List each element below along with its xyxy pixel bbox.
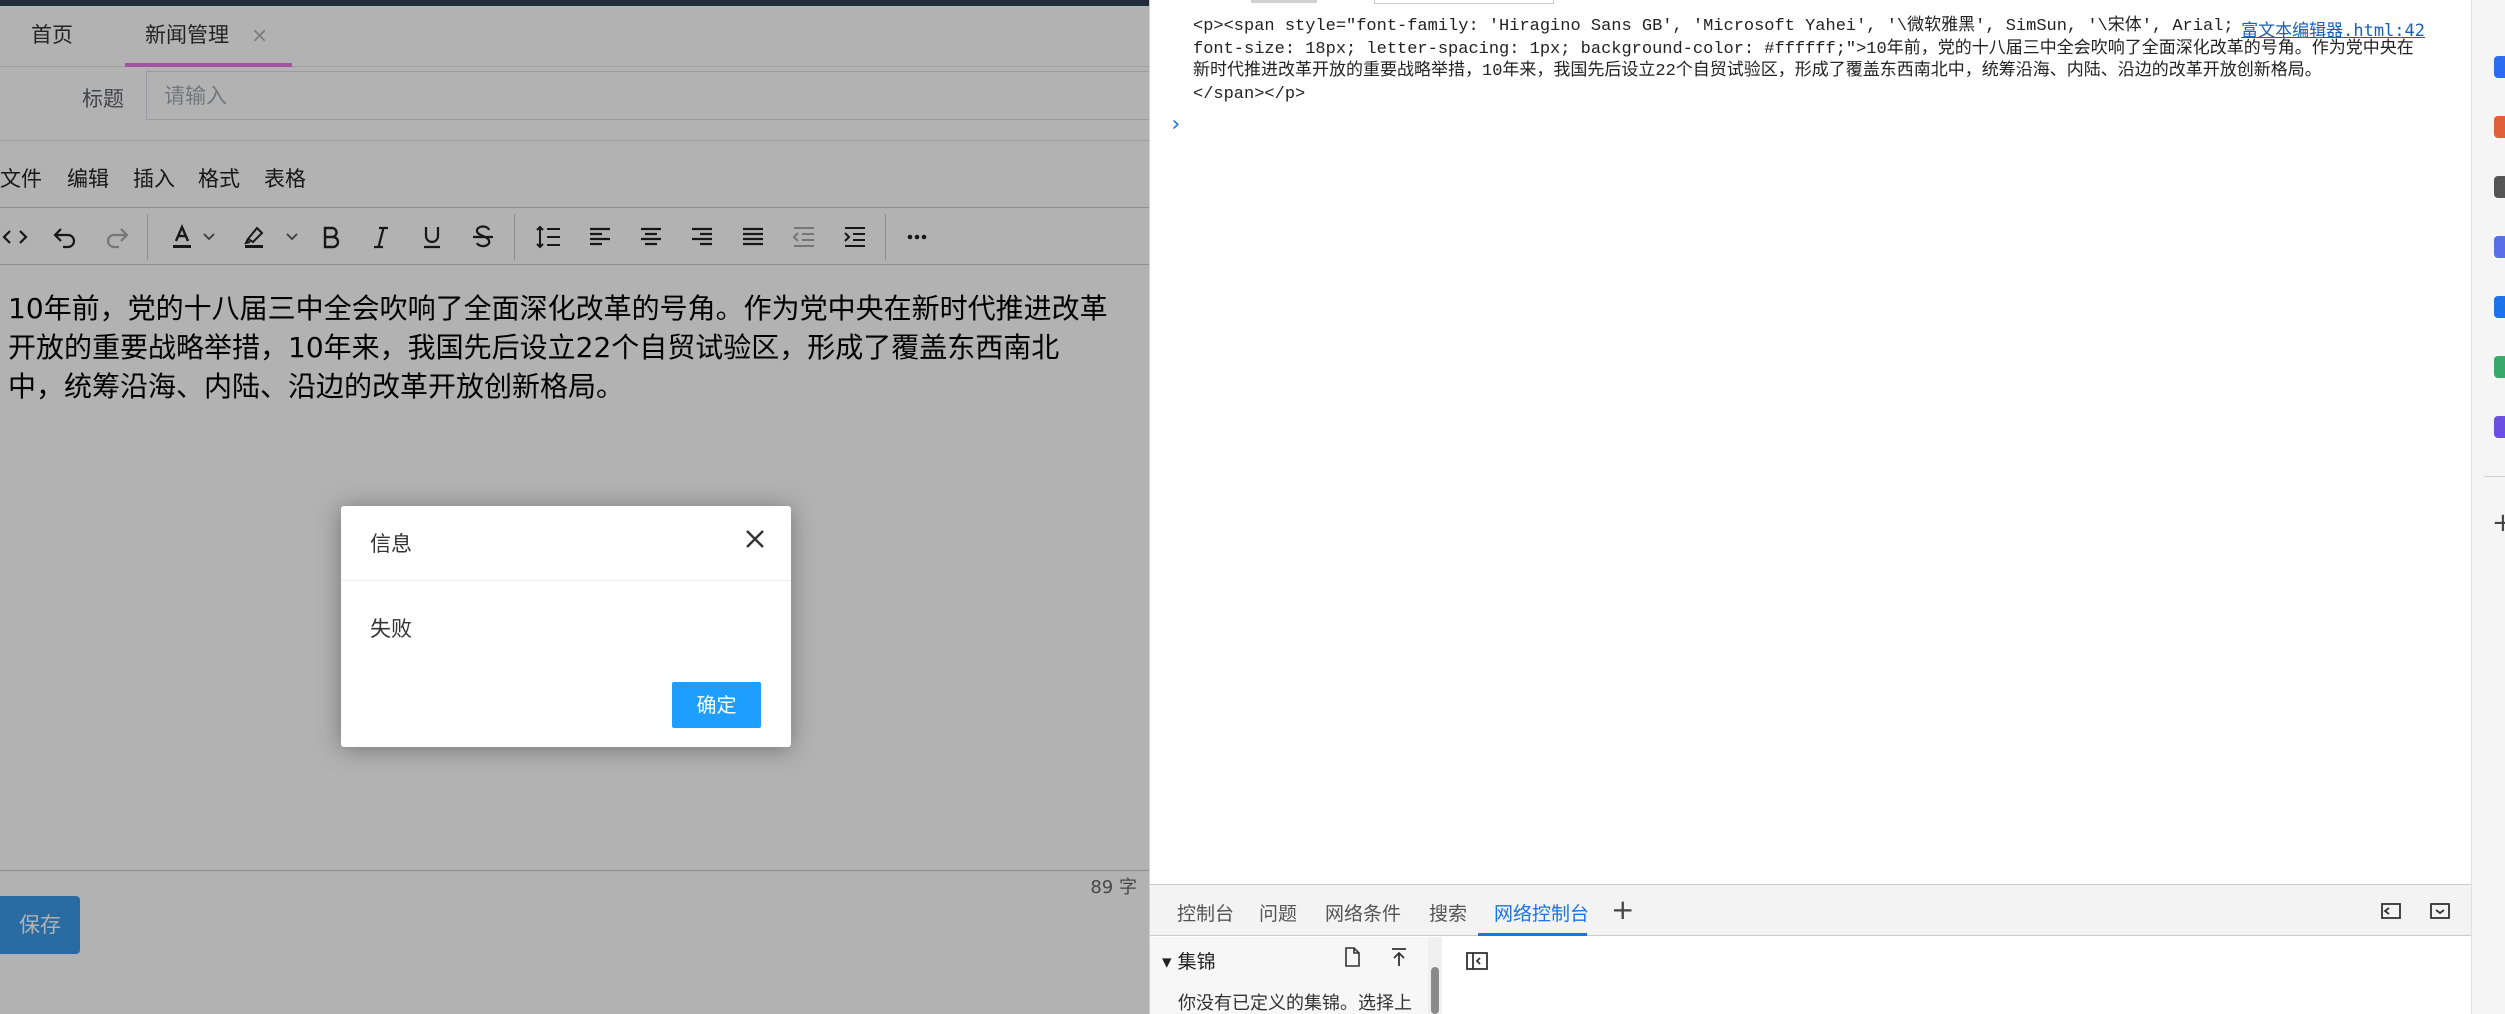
sidebar-divider [2484,476,2505,477]
outlook-icon[interactable] [2494,296,2505,318]
snippets-drawer: ▾ 集锦 你没有已定义的集锦。选择上 [1150,937,2472,1014]
snippets-empty-message: 你没有已定义的集锦。选择上 [1178,993,1412,1014]
tools-icon[interactable] [2494,416,2505,438]
snippets-scrollbar[interactable] [1428,937,1442,1014]
upload-icon[interactable] [1387,945,1411,969]
profile-icon[interactable] [2494,176,2505,198]
tab-search[interactable]: 搜索 [1429,899,1467,926]
new-file-icon[interactable] [1340,945,1364,969]
console-source-link[interactable]: 富文本编辑器.html:42 [2241,16,2425,41]
browser-edge-sidebar: + [2471,0,2505,1014]
devtools-panel: <p><span style="font-family: 'Hiragino S… [1149,0,2472,1014]
ok-button[interactable]: 确定 [672,682,761,728]
dialog-title: 信息 [370,532,412,556]
active-tab-indicator [1478,933,1587,936]
snippets-header[interactable]: ▾ 集锦 [1162,947,1216,974]
console-prompt-icon[interactable]: › [1169,112,1182,137]
undock-icon[interactable] [2379,899,2403,923]
tab-network-console[interactable]: 网络控制台 [1494,899,1589,926]
toggle-sidebar-icon[interactable] [1464,949,1490,973]
add-icon[interactable]: + [2492,508,2505,538]
add-tab-icon[interactable]: + [1611,893,1634,926]
devtools-top-tab[interactable] [1251,0,1317,3]
app-icon[interactable] [2494,56,2505,78]
tab-console[interactable]: 控制台 [1177,899,1234,926]
snippets-title: 集锦 [1177,951,1216,973]
dialog-message: 失败 [370,617,412,641]
info-dialog: 信息 失败 确定 [341,506,791,747]
games-icon[interactable] [2494,356,2505,378]
tab-issues[interactable]: 问题 [1259,899,1297,926]
devtools-top-filter[interactable] [1374,0,1554,4]
drawer-tab-bar: 控制台 问题 网络条件 搜索 网络控制台 + [1150,884,2472,936]
dialog-divider [341,580,791,581]
snippets-pane: ▾ 集锦 你没有已定义的集锦。选择上 [1150,937,1442,1014]
news-admin-app: 首页 新闻管理 × 标题 文件 编辑 插入 格式 表格 [0,0,1149,1014]
copilot-icon[interactable] [2494,236,2505,258]
scrollbar-thumb[interactable] [1431,967,1439,1014]
dock-bottom-icon[interactable] [2428,899,2452,923]
tab-network-conditions[interactable]: 网络条件 [1325,899,1401,926]
shopping-icon[interactable] [2494,116,2505,138]
close-icon[interactable] [741,525,769,553]
